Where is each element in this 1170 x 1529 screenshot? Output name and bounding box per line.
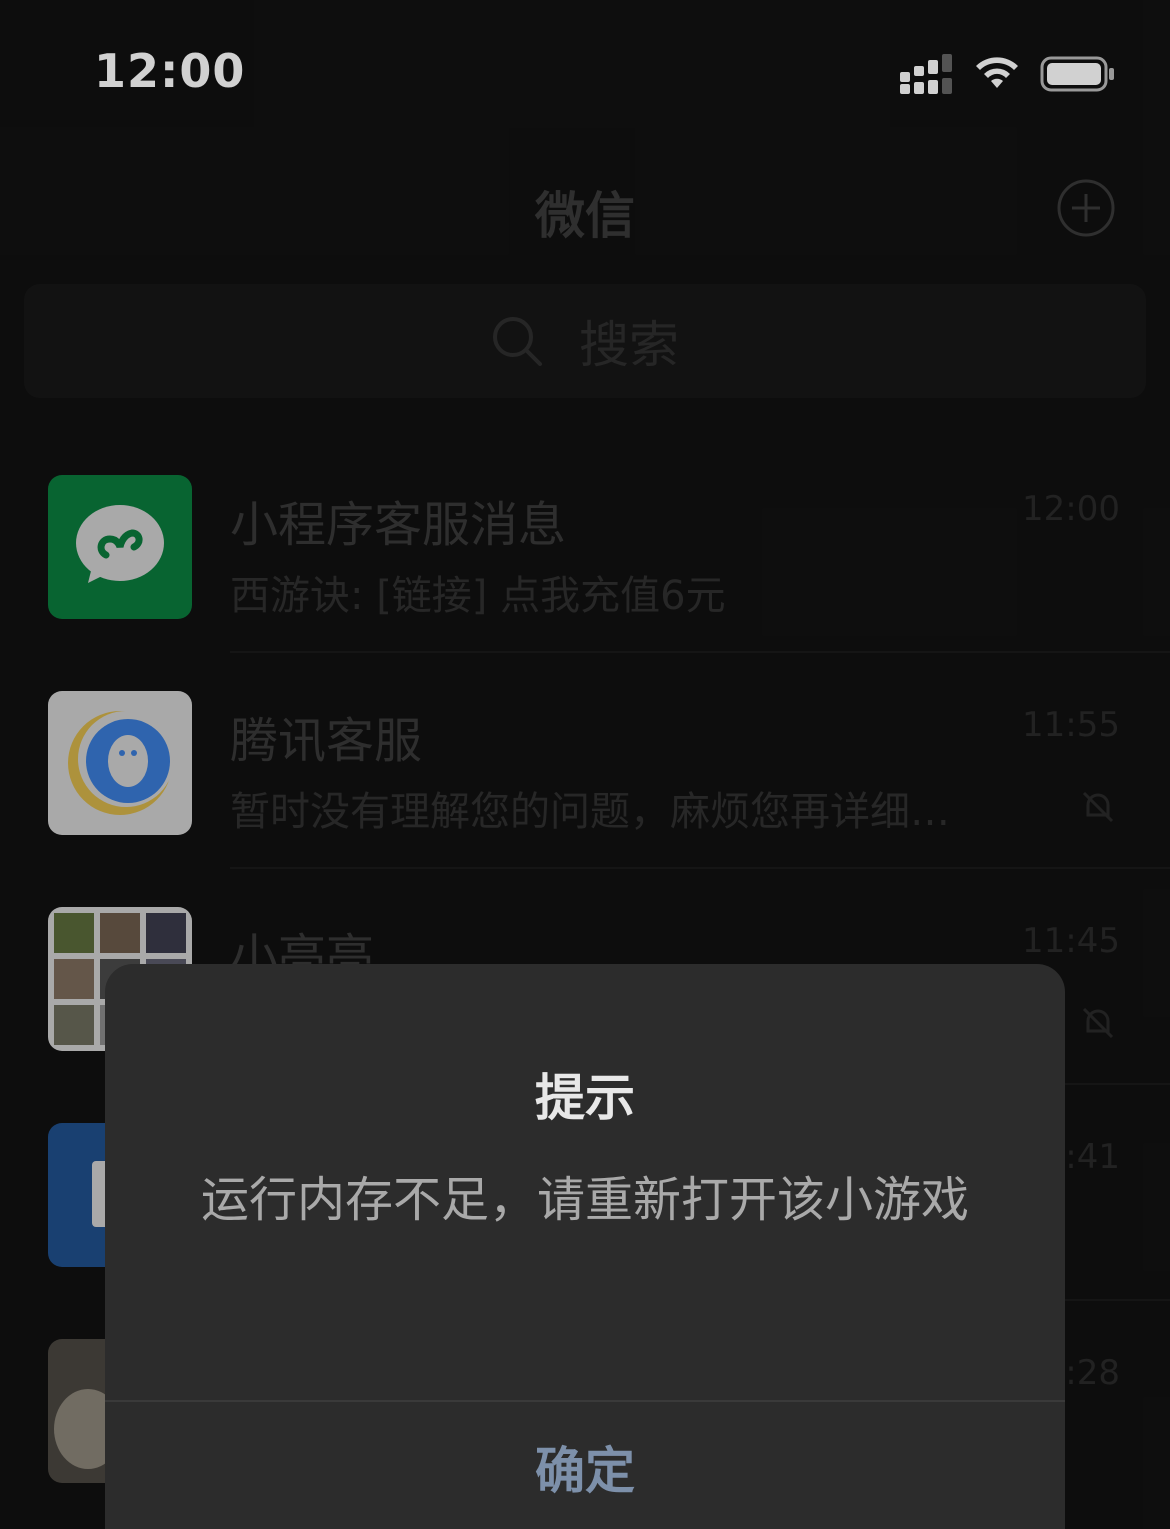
confirm-button[interactable]: 确定 [105, 1402, 1065, 1529]
alert-dialog: 提示 运行内存不足，请重新打开该小游戏 确定 [105, 964, 1065, 1529]
dialog-title: 提示 [535, 1069, 635, 1127]
dialog-message: 运行内存不足，请重新打开该小游戏 [200, 1172, 969, 1228]
wechat-chat-list-screen: 12:00 微信 搜索 小程序客服消息 西游诀: [链接] 点我充值6元 12:… [0, 0, 1170, 1529]
